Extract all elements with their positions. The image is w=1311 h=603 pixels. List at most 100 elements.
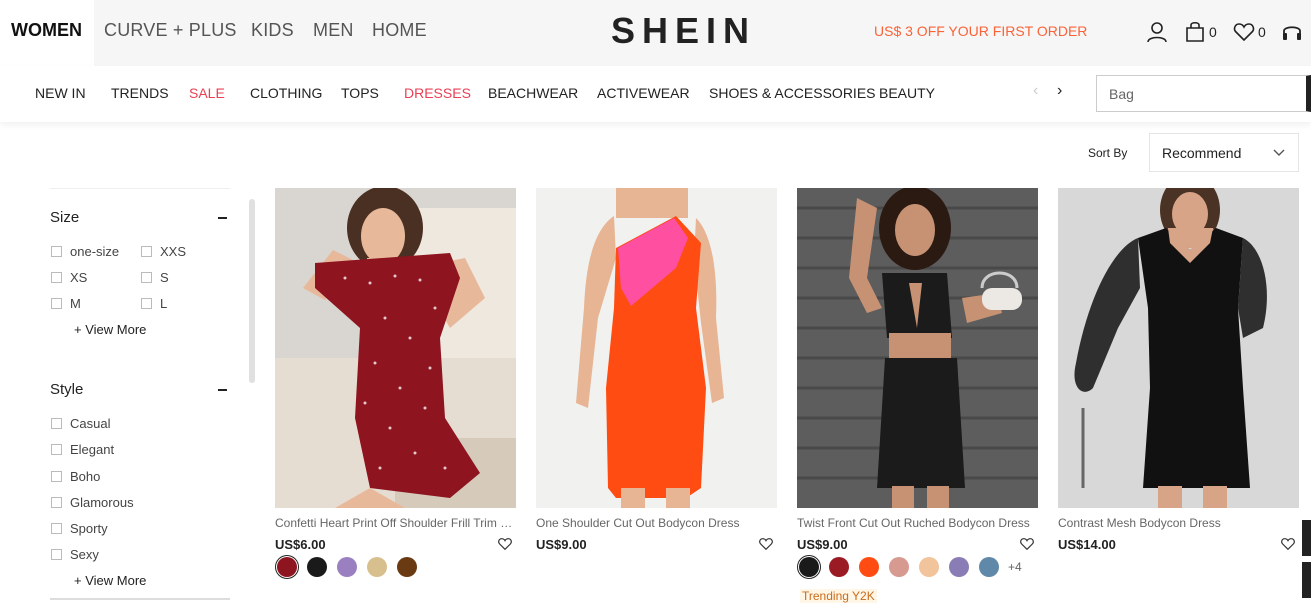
color-swatch[interactable] [829,557,849,577]
product-name[interactable]: One Shoulder Cut Out Bodycon Dress [536,516,777,530]
sort-value: Recommend [1162,145,1242,161]
headset-icon[interactable] [1280,20,1304,44]
filter-option-label: L [160,296,168,311]
bag-count: 0 [1209,24,1217,40]
chevron-left-icon[interactable]: ‹ [1033,82,1038,100]
product-image[interactable] [536,188,777,508]
checkbox-one-size[interactable] [51,246,62,257]
top-header: WOMEN CURVE + PLUS KIDS MEN HOME SHEIN U… [0,0,1311,66]
view-more-style-link[interactable]: + View More [74,573,146,588]
chevron-down-icon [1273,149,1285,156]
collapse-icon[interactable] [218,389,227,391]
brand-logo[interactable]: SHEIN [611,10,756,52]
nav-beachwear[interactable]: BEACHWEAR [488,85,578,101]
nav-activewear[interactable]: ACTIVEWEAR [597,85,690,101]
plus-icon: + [74,322,86,337]
view-more-label: View More [85,573,147,588]
nav-beauty[interactable]: BEAUTY [879,85,935,101]
color-swatch[interactable] [919,557,939,577]
product-price: US$14.00 [1058,537,1116,552]
checkbox-xs[interactable] [51,272,62,283]
category-tab-women[interactable]: WOMEN [0,0,94,66]
floating-side-button[interactable] [1302,562,1311,598]
product-name[interactable]: Contrast Mesh Bodycon Dress [1058,516,1299,530]
checkbox-s[interactable] [141,272,152,283]
filter-style-title[interactable]: Style [50,381,83,398]
filter-option-label: Sporty [70,521,108,536]
wishlist-heart-icon[interactable] [1280,536,1296,552]
checkbox-boho[interactable] [51,471,62,482]
sort-dropdown[interactable]: Recommend [1149,133,1299,172]
wishlist-heart-icon[interactable] [758,536,774,552]
nav-clothing[interactable]: CLOTHING [250,85,322,101]
checkbox-glamorous[interactable] [51,497,62,508]
color-swatch[interactable] [337,557,357,577]
chevron-right-icon[interactable]: › [1057,82,1062,100]
filter-option-label: XS [70,270,88,285]
plus-icon: + [74,573,86,588]
divider [50,188,230,189]
color-swatch[interactable] [277,557,297,577]
promo-banner[interactable]: US$ 3 OFF YOUR FIRST ORDER [874,23,1087,39]
category-tab-curve-plus[interactable]: CURVE + PLUS [104,20,237,41]
checkbox-m[interactable] [51,298,62,309]
filter-size-title[interactable]: Size [50,209,79,226]
color-swatch[interactable] [307,557,327,577]
color-swatch[interactable] [979,557,999,577]
nav-sale[interactable]: SALE [189,85,225,101]
nav-dresses[interactable]: DRESSES [404,85,471,101]
wishlist-heart-icon[interactable] [1019,536,1035,552]
wishlist-count: 0 [1258,24,1266,40]
more-colors-count[interactable]: +4 [1008,560,1022,574]
search-input[interactable] [1097,76,1277,111]
collapse-icon[interactable] [218,217,227,219]
color-swatch[interactable] [949,557,969,577]
checkbox-elegant[interactable] [51,444,62,455]
color-swatches: +4 [797,557,1022,577]
category-tab-men[interactable]: MEN [313,20,354,41]
product-image[interactable] [797,188,1038,508]
filter-option-label: Casual [70,416,111,431]
filter-option-label: Sexy [70,547,99,562]
filter-option-label: M [70,296,81,311]
color-swatch[interactable] [859,557,879,577]
nav-trends[interactable]: TRENDS [111,85,169,101]
checkbox-xxs[interactable] [141,246,152,257]
checkbox-l[interactable] [141,298,152,309]
category-tab-label: WOMEN [11,20,82,40]
color-swatch[interactable] [799,557,819,577]
color-swatches [275,557,427,577]
checkbox-sexy[interactable] [51,549,62,560]
bag-icon[interactable] [1183,20,1207,44]
nav-tops[interactable]: TOPS [341,85,379,101]
view-more-label: View More [85,322,147,337]
product-name[interactable]: Twist Front Cut Out Ruched Bodycon Dress [797,516,1038,530]
filter-option-label: Boho [70,469,101,484]
heart-icon[interactable] [1232,20,1256,44]
product-image[interactable] [1058,188,1299,508]
filter-option-label: S [160,270,169,285]
color-swatch[interactable] [397,557,417,577]
view-more-size-link[interactable]: + View More [74,322,146,337]
filter-option-label: Glamorous [70,495,134,510]
category-tab-kids[interactable]: KIDS [251,20,294,41]
main-nav: NEW IN TRENDS SALE CLOTHING TOPS DRESSES… [0,66,1311,122]
sidebar-scrollbar[interactable] [249,199,255,383]
wishlist-heart-icon[interactable] [497,536,513,552]
filter-option-label: one-size [70,244,120,259]
checkbox-sporty[interactable] [51,523,62,534]
product-image[interactable] [275,188,516,508]
product-name[interactable]: Confetti Heart Print Off Shoulder Frill … [275,516,516,530]
category-tab-home[interactable]: HOME [372,20,427,41]
checkbox-casual[interactable] [51,418,62,429]
product-price: US$6.00 [275,537,326,552]
color-swatch[interactable] [889,557,909,577]
search-box [1096,75,1311,112]
filter-option-label: Elegant [70,442,115,457]
user-icon[interactable] [1145,20,1169,44]
nav-new-in[interactable]: NEW IN [35,85,86,101]
floating-side-button[interactable] [1302,520,1311,556]
nav-shoes-accessories[interactable]: SHOES & ACCESSORIES [709,85,876,101]
product-price: US$9.00 [797,537,848,552]
color-swatch[interactable] [367,557,387,577]
